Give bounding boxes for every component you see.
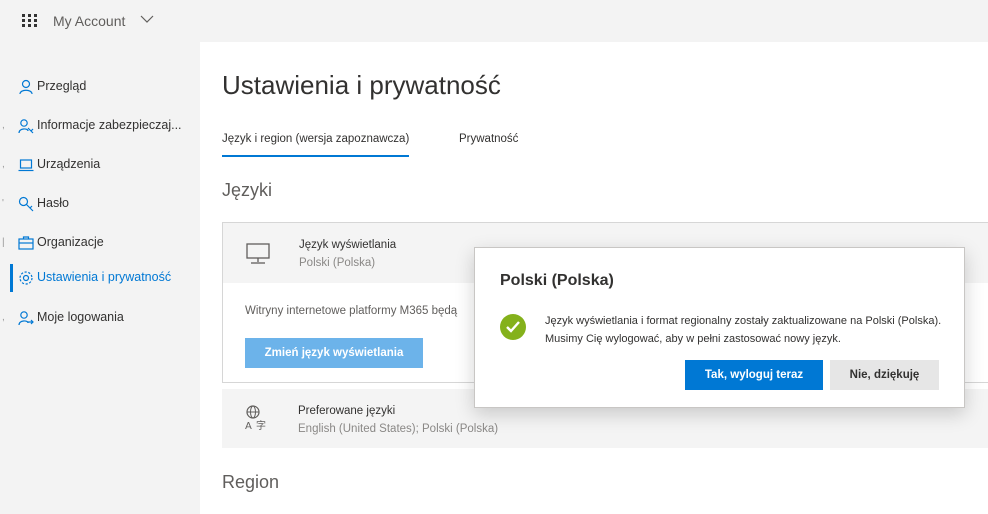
- language-icon: A 字: [245, 405, 266, 430]
- preferred-languages-value: English (United States); Polski (Polska): [298, 423, 499, 435]
- tab-label: Język i region (wersja zapoznawcza): [222, 133, 410, 145]
- sidebar-item-label: Informacje zabezpieczaj...: [37, 118, 182, 132]
- sidebar-item-label: Przegląd: [37, 79, 87, 93]
- person-arrow-icon: [18, 311, 34, 326]
- sidebar: Przegląd , Informacje zabezpieczaj... , …: [0, 42, 200, 514]
- top-bar: My Account: [0, 0, 988, 42]
- change-display-language-button[interactable]: Zmień język wyświetlania: [245, 338, 423, 368]
- tab-language-region[interactable]: Język i region (wersja zapoznawcza): [222, 133, 410, 157]
- region-heading: Region: [222, 472, 280, 492]
- sidebar-item-overview[interactable]: Przegląd: [0, 70, 200, 104]
- key-icon: [18, 196, 34, 212]
- svg-text:字: 字: [256, 419, 266, 430]
- sidebar-item-security-info[interactable]: , Informacje zabezpieczaj...: [0, 109, 200, 143]
- tab-privacy[interactable]: Prywatność: [459, 133, 518, 145]
- gear-icon: [19, 271, 33, 285]
- tab-label: Prywatność: [459, 133, 519, 145]
- monitor-icon: [246, 243, 270, 264]
- display-language-title: Język wyświetlania: [299, 239, 397, 251]
- sign-out-now-button[interactable]: Tak, wyloguj teraz: [685, 360, 823, 390]
- language-updated-dialog: Polski (Polska) Język wyświetlania i for…: [474, 247, 965, 408]
- app-launcher-icon[interactable]: [22, 14, 38, 28]
- display-language-description: Witryny internetowe platformy M365 będą: [245, 305, 458, 317]
- preferred-languages-title: Preferowane języki: [298, 405, 396, 417]
- tab-active-underline: [222, 155, 410, 157]
- sidebar-item-label: Ustawienia i prywatność: [37, 270, 172, 284]
- app-title[interactable]: My Account: [53, 13, 125, 29]
- sidebar-item-devices[interactable]: , Urządzenia: [0, 148, 200, 182]
- laptop-icon: [18, 159, 34, 172]
- sidebar-item-my-sign-ins[interactable]: , Moje logowania: [0, 301, 200, 335]
- chevron-down-icon[interactable]: [140, 14, 154, 24]
- person-key-icon: [18, 119, 34, 134]
- page-title: Ustawienia i prywatność: [222, 70, 501, 100]
- svg-text:A: A: [245, 421, 252, 430]
- sidebar-item-password[interactable]: ' Hasło: [0, 187, 200, 221]
- person-icon: [19, 79, 33, 95]
- no-thanks-button[interactable]: Nie, dziękuję: [830, 360, 939, 390]
- active-indicator: [10, 264, 13, 292]
- sidebar-item-organizations[interactable]: | Organizacje: [0, 226, 200, 260]
- sidebar-item-label: Moje logowania: [37, 310, 124, 324]
- sidebar-item-label: Urządzenia: [37, 157, 101, 171]
- display-language-value: Polski (Polska): [299, 257, 376, 269]
- checkmark-icon: [500, 314, 526, 340]
- sidebar-item-label: Hasło: [37, 196, 69, 210]
- dialog-title: Polski (Polska): [500, 272, 614, 289]
- sidebar-item-settings-privacy[interactable]: Ustawienia i prywatność: [0, 261, 200, 295]
- sidebar-item-label: Organizacje: [37, 235, 104, 249]
- languages-heading: Języki: [222, 180, 273, 200]
- dialog-message: Język wyświetlania i format regionalny z…: [545, 315, 942, 345]
- briefcase-icon: [18, 236, 34, 250]
